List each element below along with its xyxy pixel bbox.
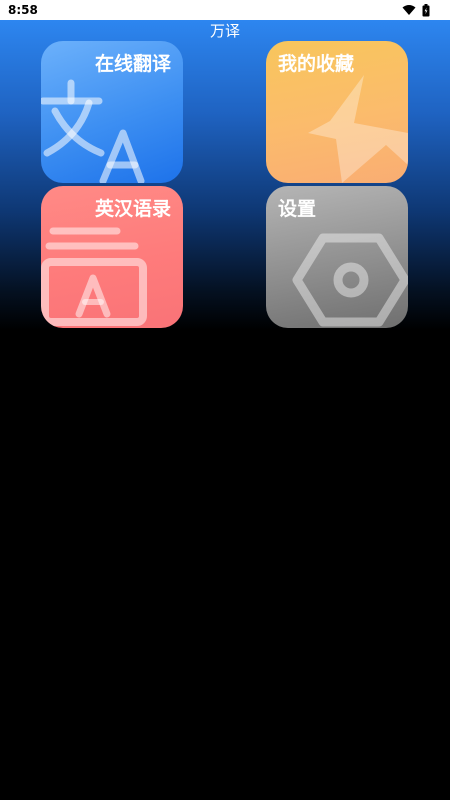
- tile-label: 设置: [278, 198, 317, 220]
- tile-my-favorites[interactable]: 我的收藏: [266, 41, 408, 183]
- battery-icon: [422, 3, 430, 16]
- status-icons: [402, 3, 430, 17]
- wifi-icon: [402, 5, 416, 15]
- status-time: 8:58: [8, 3, 38, 17]
- tile-label: 我的收藏: [278, 53, 355, 75]
- app-title: 万译: [209, 22, 240, 40]
- app-screen: 8:58 万译 在线翻译 我的收藏 英汉语录 设置: [0, 0, 450, 800]
- tile-online-translate[interactable]: 在线翻译: [41, 41, 183, 183]
- tile-settings[interactable]: 设置: [266, 186, 408, 328]
- status-bar: 8:58: [0, 0, 450, 20]
- tile-label: 在线翻译: [94, 53, 171, 75]
- tile-label: 英汉语录: [94, 198, 171, 220]
- tile-english-chinese-phrases[interactable]: 英汉语录: [41, 186, 183, 328]
